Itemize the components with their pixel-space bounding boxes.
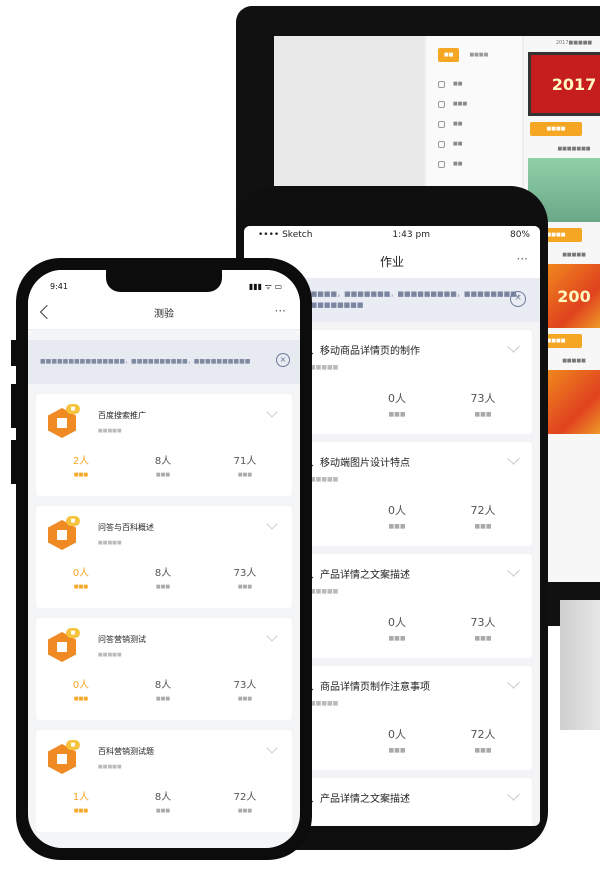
menu-icon (438, 160, 445, 168)
quiz-card[interactable]: ■ 百度搜索推广 ■■■■■ 2人 ■■■ 8人 ■■■ 71人 ■■■ (36, 394, 292, 496)
stat-unsubmitted: 72人 ■■■ (470, 504, 496, 530)
stat-unread: 8人 ■■■ (154, 456, 172, 478)
stat-unread: 0人 ■■■ (388, 504, 406, 530)
stat-unsubmitted: 72人 ■■■ (233, 792, 257, 814)
stat-unsubmitted: 73人 ■■■ (470, 616, 496, 642)
page-header: 测验 ··· (28, 296, 300, 330)
menu-icon (438, 80, 445, 88)
notch (106, 270, 222, 292)
quiz-title: 百科营销测试题 (98, 747, 154, 756)
stat-submitted: 0人 ■■■ (72, 568, 90, 590)
notice-banner: ■■■■■■■■■■■■■■■，■■■■■■■■■■，■■■■■■■■■■ × (28, 340, 300, 384)
chevron-down-icon[interactable] (266, 630, 278, 642)
quiz-card[interactable]: ■ 问答与百科概述 ■■■■■ 0人 ■■■ 8人 ■■■ 73人 ■■■ (36, 506, 292, 608)
close-icon[interactable]: × (276, 353, 290, 367)
stat-unread: 0人 ■■■ (388, 728, 406, 754)
page-title: 测验 (154, 309, 174, 320)
quiz-card[interactable]: ■ 百科营销测试题 ■■■■■ 1人 ■■■ 8人 ■■■ 72人 ■■■ (36, 730, 292, 832)
chevron-down-icon[interactable] (507, 452, 520, 465)
more-icon[interactable]: ··· (517, 252, 528, 266)
monitor-tab-active[interactable]: ■■ (438, 48, 460, 62)
chevron-down-icon[interactable] (507, 676, 520, 689)
assignment-title: 、移动端图片设计特点 (310, 458, 410, 469)
stat-unread: 0人 ■■■ (388, 616, 406, 642)
quiz-badge: ■ (66, 628, 80, 638)
assignment-title: 、产品详情之文案描述 (310, 794, 410, 805)
assignment-subtitle: ■■■■■ (310, 588, 339, 595)
monitor-nav-item[interactable]: ■■■ (438, 94, 510, 114)
menu-icon (438, 120, 445, 128)
assignment-title: 、产品详情之文案描述 (310, 570, 410, 581)
stat-submitted: 0人 ■■■ (72, 680, 90, 702)
carrier-label: •••• Sketch (258, 230, 313, 240)
stat-unread: 0人 ■■■ (388, 392, 406, 418)
quiz-subtitle: ■■■■■ (98, 652, 122, 658)
promo-banner[interactable]: 2017 (528, 52, 600, 116)
stat-unread: 8人 ■■■ (154, 792, 172, 814)
monitor-nav-item[interactable]: ■■ (438, 74, 510, 94)
monitor-nav-item[interactable]: ■■ (438, 154, 510, 174)
status-time: 1:43 pm (392, 230, 430, 240)
assignment-subtitle: ■■■■■ (310, 364, 339, 371)
quiz-subtitle: ■■■■■ (98, 764, 122, 770)
stat-unsubmitted: 73人 ■■■ (233, 680, 257, 702)
quiz-title: 问答营销测试 (98, 635, 146, 644)
back-icon[interactable] (39, 304, 55, 320)
monitor-sidebar: ■■ ■■■■ ■■ ■■■ ■■ ■■ ■■ (426, 36, 522, 206)
battery-label: 80% (509, 230, 530, 240)
notice-text: ■■■■■■■■■■■■■■■，■■■■■■■■■■，■■■■■■■■■■ (40, 358, 251, 365)
promo-button[interactable]: ■■■■ (530, 122, 582, 136)
promo-caption: 2017■■■■■ (555, 40, 593, 46)
iphone-screen: 9:41 ▮▮▮ ᯤ ▭ 测验 ··· ■■■■■■■■■■■■■■■，■■■■… (28, 270, 300, 848)
stat-unsubmitted: 71人 ■■■ (233, 456, 257, 478)
stat-submitted: 2人 ■■■ (72, 456, 90, 478)
stat-unsubmitted: 72人 ■■■ (470, 728, 496, 754)
quiz-subtitle: ■■■■■ (98, 428, 122, 434)
assignment-subtitle: ■■■■■ (310, 700, 339, 707)
menu-icon (438, 100, 445, 108)
page-title: 作业 (379, 254, 404, 269)
quiz-badge: ■ (66, 740, 80, 750)
assignment-title: 、商品详情页制作注意事项 (310, 682, 430, 693)
chevron-down-icon[interactable] (266, 518, 278, 530)
chevron-down-icon[interactable] (266, 406, 278, 418)
quiz-title: 问答与百科概述 (98, 523, 154, 532)
assignment-title: 、移动商品详情页的制作 (310, 346, 420, 357)
assignment-subtitle: ■■■■■ (310, 476, 339, 483)
promo-caption: ■■■■■■■ (557, 146, 591, 152)
more-icon[interactable]: ··· (275, 304, 286, 318)
stat-unread: 8人 ■■■ (154, 680, 172, 702)
chevron-down-icon[interactable] (266, 742, 278, 754)
chevron-down-icon[interactable] (507, 564, 520, 577)
stat-unsubmitted: 73人 ■■■ (233, 568, 257, 590)
menu-icon (438, 140, 445, 148)
stat-unread: 8人 ■■■ (154, 568, 172, 590)
iphone: 9:41 ▮▮▮ ᯤ ▭ 测验 ··· ■■■■■■■■■■■■■■■，■■■■… (16, 258, 312, 860)
monitor-tab[interactable]: ■■■■ (463, 48, 494, 62)
quiz-title: 百度搜索推广 (98, 411, 146, 420)
chevron-down-icon[interactable] (507, 788, 520, 801)
close-icon[interactable]: × (510, 291, 526, 307)
quiz-subtitle: ■■■■■ (98, 540, 122, 546)
stat-unsubmitted: 73人 ■■■ (470, 392, 496, 418)
status-bar: •••• Sketch 1:43 pm 80% (244, 226, 540, 244)
monitor-nav-item[interactable]: ■■ (438, 134, 510, 154)
quiz-badge: ■ (66, 516, 80, 526)
monitor-nav-item[interactable]: ■■ (438, 114, 510, 134)
chevron-down-icon[interactable] (507, 340, 520, 353)
status-time: 9:41 (50, 281, 68, 291)
quiz-card[interactable]: ■ 问答营销测试 ■■■■■ 0人 ■■■ 8人 ■■■ 73人 ■■■ (36, 618, 292, 720)
stat-submitted: 1人 ■■■ (72, 792, 90, 814)
monitor-stand (560, 600, 600, 730)
signal-battery-icon: ▮▮▮ ᯤ ▭ (248, 281, 282, 291)
quiz-badge: ■ (66, 404, 80, 414)
notice-text: ■■■■■，■■■■■■■，■■■■■■■■■，■■■■■■■■，■■■■■■■… (304, 290, 524, 309)
